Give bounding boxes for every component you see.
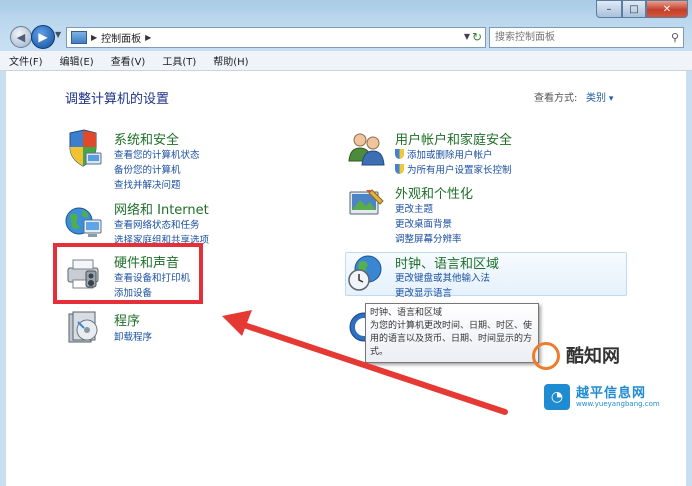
watermark-brand-text: 酷知网 (566, 346, 620, 367)
watermark-yueyang: ◔ 越平信息网 www.yueyangbang.com (540, 380, 690, 416)
watermark-site-url: www.yueyangbang.com (576, 400, 660, 408)
watermark-kuzhi: 酷知网 (532, 338, 672, 378)
wifi-logo-icon: ◔ (544, 384, 570, 410)
watermark-site-name: 越平信息网 (576, 386, 647, 401)
watermark-logo-icon (532, 342, 560, 370)
control-panel-window: – □ ✕ ◀ ▶ ▼ ▶ 控制面板 ▶ ▼ ↻ ⚲ 文件(F) 编辑(E) 查… (0, 0, 692, 486)
